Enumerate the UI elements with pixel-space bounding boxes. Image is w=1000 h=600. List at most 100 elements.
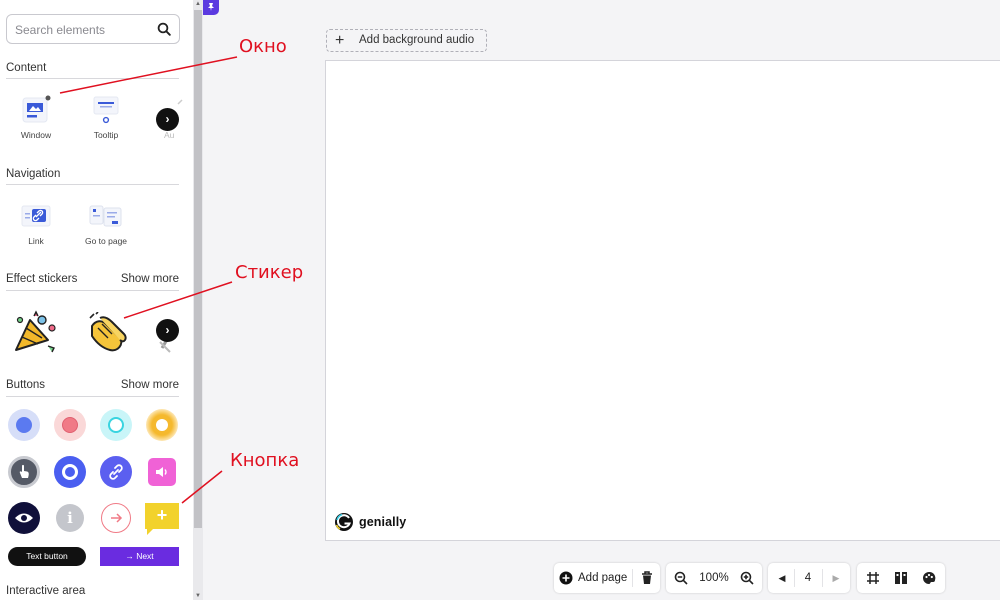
effect-stickers-show-more-link[interactable]: Show more [121, 273, 179, 285]
text-button-style[interactable]: Text button [8, 547, 86, 566]
arrow-right-icon [111, 513, 123, 523]
zoom-group: 100% [666, 563, 762, 593]
dot-icon [156, 419, 168, 431]
tile-label: Tooltip [93, 130, 119, 140]
zoom-level[interactable]: 100% [694, 563, 734, 593]
layout-button[interactable] [889, 563, 913, 593]
palette-icon [923, 571, 936, 584]
previous-page-button[interactable]: ◀ [772, 563, 792, 593]
search-icon[interactable] [157, 22, 171, 41]
add-background-audio-button[interactable]: + Add background audio [326, 29, 487, 52]
slide-canvas[interactable] [325, 60, 1000, 541]
button-style-yellow-glow[interactable] [146, 409, 178, 441]
brand-name: genially [359, 515, 407, 529]
section-title-navigation: Navigation [6, 168, 61, 180]
annotation-sticker: Стикер [235, 262, 304, 283]
eye-icon [15, 513, 33, 523]
speaker-icon [156, 467, 167, 477]
grid-icon [867, 572, 879, 584]
trash-icon [642, 571, 652, 584]
button-style-eye[interactable] [8, 502, 40, 534]
button-style-sound[interactable] [148, 458, 176, 486]
grid-button[interactable] [861, 563, 885, 593]
button-style-plus-bubble[interactable]: + [145, 503, 179, 535]
add-page-button[interactable]: Add page [554, 563, 630, 593]
tile-tooltip[interactable]: Tooltip [76, 94, 136, 140]
confetti-sticker-icon[interactable] [12, 310, 58, 354]
zoom-in-icon [740, 571, 754, 585]
clapping-hands-sticker-icon[interactable] [86, 312, 130, 354]
next-page-button[interactable]: ▶ [826, 563, 846, 593]
search-input[interactable] [15, 21, 150, 39]
tile-go-to-page[interactable]: Go to page [76, 200, 136, 246]
zoom-in-button[interactable] [736, 563, 758, 593]
link-icon [21, 205, 51, 227]
triangle-left-icon: ◀ [778, 573, 786, 583]
stickers-next-arrow-icon[interactable]: › [156, 319, 179, 342]
button-style-tap[interactable] [8, 456, 40, 488]
tile-label: Go to page [84, 236, 128, 246]
zoom-out-icon [674, 571, 688, 585]
dot-icon [62, 417, 78, 433]
ring-icon [108, 417, 124, 433]
next-label: Next [136, 551, 154, 561]
delete-page-button[interactable] [636, 563, 658, 593]
section-title-content: Content [6, 62, 47, 74]
genially-watermark: genially [334, 512, 406, 532]
annotation-button: Кнопка [230, 450, 300, 471]
tile-label: Au [164, 130, 175, 140]
plus-icon: + [156, 505, 168, 525]
scroll-up-arrow-icon[interactable]: ▲ [194, 0, 202, 8]
button-style-arrow[interactable] [101, 503, 131, 533]
button-style-blue-dot[interactable] [8, 409, 40, 441]
section-title-buttons: Buttons [6, 379, 45, 391]
next-button-style[interactable]: → Next [100, 547, 179, 566]
tile-label: Link [28, 236, 44, 246]
separator [794, 569, 795, 587]
content-next-arrow-icon[interactable]: › [156, 108, 179, 131]
add-audio-label: Add background audio [359, 34, 475, 46]
button-style-info[interactable]: i [56, 504, 84, 532]
page-actions-group: Add page [554, 563, 660, 593]
columns-icon [895, 572, 907, 584]
plus-circle-icon [559, 571, 573, 585]
elements-sidebar: Content Window Tooltip Au › Navigation [0, 0, 193, 600]
tile-label: Window [20, 130, 52, 140]
divider [6, 78, 179, 79]
scrollbar-thumb[interactable] [194, 10, 202, 528]
hand-pointer-icon [19, 464, 29, 478]
scroll-down-arrow-icon[interactable]: ▼ [194, 592, 202, 600]
window-icon [22, 95, 51, 123]
section-title-interactive-area: Interactive area [6, 585, 86, 597]
ring-icon [62, 464, 78, 480]
arrow-right-icon: → [125, 551, 134, 561]
tile-link[interactable]: Link [6, 200, 66, 246]
page-number[interactable]: 4 [796, 563, 820, 593]
zoom-out-button[interactable] [670, 563, 692, 593]
search-box[interactable] [6, 14, 180, 44]
tooltip-icon [93, 96, 119, 124]
button-style-pink-dot[interactable] [54, 409, 86, 441]
add-page-label: Add page [578, 572, 628, 584]
genially-logo-icon [335, 513, 353, 531]
page-navigation-group: ◀ 4 ▶ [768, 563, 850, 593]
buttons-show-more-link[interactable]: Show more [121, 379, 179, 391]
dot-icon [16, 417, 32, 433]
divider [6, 184, 179, 185]
pin-icon[interactable] [203, 0, 219, 15]
plus-icon: + [335, 32, 345, 49]
separator [822, 569, 823, 587]
button-style-teal-ring[interactable] [100, 409, 132, 441]
theme-button[interactable] [917, 563, 941, 593]
triangle-right-icon: ▶ [832, 573, 840, 583]
annotation-window: Окно [239, 36, 287, 57]
view-options-group [857, 563, 945, 593]
button-style-link[interactable] [100, 456, 132, 488]
divider [6, 290, 179, 291]
tile-window[interactable]: Window [6, 94, 66, 140]
divider [6, 396, 179, 397]
button-style-blue-ring[interactable] [54, 456, 86, 488]
go-to-page-icon [89, 205, 122, 227]
link-icon [109, 464, 123, 480]
separator [632, 569, 633, 587]
